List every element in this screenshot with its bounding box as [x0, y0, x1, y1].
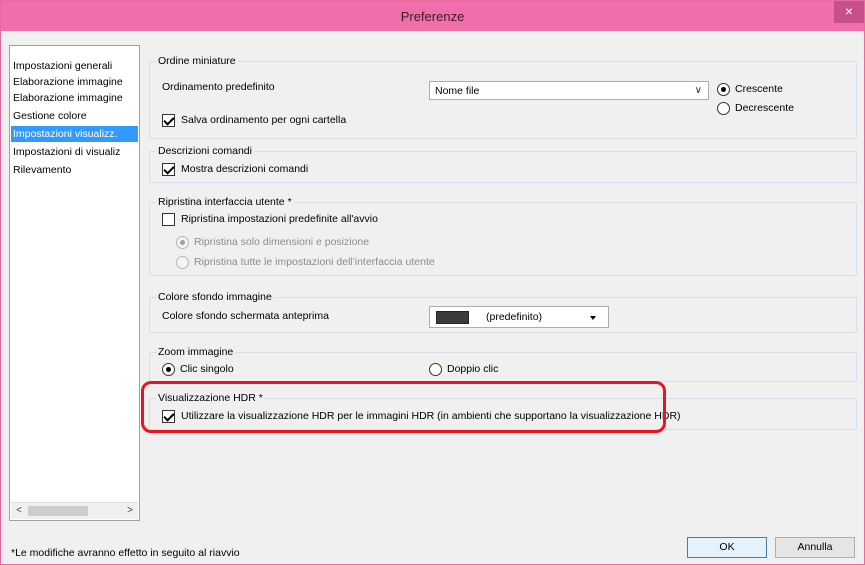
- close-button[interactable]: ×: [834, 1, 864, 23]
- show-tooltips-label: Mostra descrizioni comandi: [181, 163, 309, 175]
- reset-ui-title: Ripristina interfaccia utente *: [156, 196, 294, 209]
- scroll-thumb[interactable]: [28, 506, 88, 516]
- cancel-button[interactable]: Annulla: [775, 537, 855, 558]
- zoom-group: Zoom immagine: [149, 346, 857, 382]
- title-bar: Preferenze ×: [1, 1, 864, 31]
- show-tooltips-checkbox[interactable]: [162, 163, 175, 176]
- thumbnail-order-group: Ordine miniature: [149, 55, 857, 139]
- background-color-dropdown[interactable]: (predefinito): [429, 306, 609, 328]
- sidebar-item-image-processing-2[interactable]: Elaborazione immagine: [11, 90, 138, 106]
- reset-all-settings-label: Ripristina tutte le impostazioni dell'in…: [194, 256, 435, 268]
- category-list[interactable]: Impostazioni generali Elaborazione immag…: [9, 45, 140, 521]
- window-title: Preferenze: [400, 9, 465, 24]
- sidebar-item-view-settings[interactable]: Impostazioni visualizz.: [11, 126, 138, 142]
- horizontal-scrollbar[interactable]: < >: [11, 502, 138, 519]
- restart-note: *Le modifiche avranno effetto in seguito…: [11, 547, 240, 559]
- hdr-highlight-annotation: [141, 381, 666, 433]
- default-sort-value: Nome file: [435, 85, 480, 97]
- descending-label: Decrescente: [735, 102, 794, 114]
- reset-all-settings-radio[interactable]: [176, 256, 189, 269]
- sidebar-item-general[interactable]: Impostazioni generali: [11, 58, 138, 74]
- background-color-title: Colore sfondo immagine: [156, 291, 274, 304]
- background-color-value: (predefinito): [486, 311, 543, 323]
- tooltips-title: Descrizioni comandi: [156, 145, 254, 158]
- thumbnail-order-title: Ordine miniature: [156, 55, 238, 68]
- double-click-radio[interactable]: [429, 363, 442, 376]
- single-click-label: Clic singolo: [180, 363, 234, 375]
- color-swatch: [436, 311, 469, 324]
- reset-size-position-label: Ripristina solo dimensioni e posizione: [194, 236, 370, 248]
- single-click-radio[interactable]: [162, 363, 175, 376]
- dropdown-arrow-icon: [590, 316, 596, 320]
- sidebar-item-color-management[interactable]: Gestione colore: [11, 108, 138, 124]
- sidebar-item-display-settings[interactable]: Impostazioni di visualiz: [11, 144, 138, 160]
- reset-size-position-radio[interactable]: [176, 236, 189, 249]
- sidebar-item-detection[interactable]: Rilevamento: [11, 162, 138, 178]
- ascending-radio[interactable]: [717, 83, 730, 96]
- ok-button[interactable]: OK: [687, 537, 767, 558]
- zoom-title: Zoom immagine: [156, 346, 236, 359]
- preferences-window: Preferenze × Impostazioni generali Elabo…: [0, 0, 865, 565]
- scroll-left-icon[interactable]: <: [13, 505, 25, 517]
- sidebar-item-image-processing-1[interactable]: Elaborazione immagine: [11, 74, 138, 90]
- double-click-label: Doppio clic: [447, 363, 499, 375]
- scroll-right-icon[interactable]: >: [124, 505, 136, 517]
- preview-bg-label: Colore sfondo schermata anteprima: [162, 310, 329, 322]
- descending-radio[interactable]: [717, 102, 730, 115]
- reset-on-start-label: Ripristina impostazioni predefinite all'…: [181, 213, 378, 225]
- chevron-down-icon: ∨: [694, 85, 702, 96]
- save-per-folder-checkbox[interactable]: [162, 114, 175, 127]
- reset-on-start-checkbox[interactable]: [162, 213, 175, 226]
- save-per-folder-label: Salva ordinamento per ogni cartella: [181, 114, 347, 126]
- default-sort-dropdown[interactable]: Nome file ∨: [429, 81, 709, 100]
- ascending-label: Crescente: [735, 83, 783, 95]
- default-sort-label: Ordinamento predefinito: [162, 81, 275, 93]
